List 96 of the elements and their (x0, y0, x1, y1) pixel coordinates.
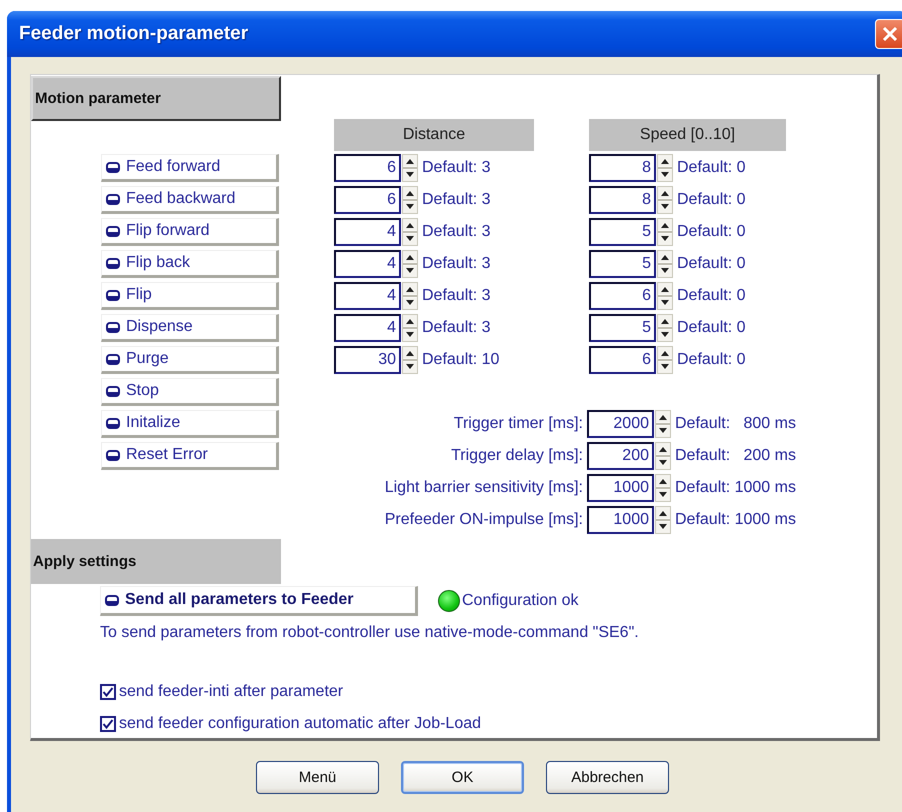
spin-buttons[interactable] (402, 218, 418, 246)
checkbox-label: send feeder configuration automatic after Job-Load (119, 715, 482, 733)
number-field[interactable]: 5 (589, 218, 656, 246)
spin-buttons[interactable] (402, 346, 418, 374)
spin-buttons[interactable] (655, 442, 671, 470)
default-label: Default: 800 ms (675, 415, 796, 433)
spin-buttons[interactable] (402, 186, 418, 214)
default-label: Default: 0 (677, 191, 746, 209)
rectangle-icon (106, 354, 120, 364)
spin-buttons[interactable] (657, 218, 673, 246)
spin-buttons[interactable] (657, 250, 673, 278)
rectangle-icon (105, 594, 119, 606)
checkbox-label: send feeder-inti after parameter (119, 683, 344, 701)
number-field[interactable]: 6 (589, 282, 656, 310)
dialog-button[interactable]: OK (401, 761, 524, 794)
field-label: Trigger delay [ms]: (450, 446, 584, 466)
action-button[interactable]: Flip back (101, 250, 279, 278)
spin-buttons[interactable] (402, 282, 418, 310)
default-label: Default: 3 (422, 319, 490, 337)
default-label: Default: 3 (422, 223, 490, 241)
rectangle-icon (106, 258, 120, 268)
action-button[interactable]: Initalize (101, 410, 279, 438)
default-label: Default: 0 (677, 223, 746, 241)
action-button[interactable]: Flip forward (101, 218, 279, 246)
default-label: Default: 0 (677, 351, 746, 369)
checkbox[interactable] (100, 716, 116, 732)
spin-buttons[interactable] (657, 154, 673, 182)
default-label: Default: 10 (422, 351, 500, 369)
rectangle-icon (106, 194, 120, 204)
action-button[interactable]: Stop (101, 378, 279, 406)
default-label: Default: 3 (422, 287, 490, 305)
action-button[interactable]: Reset Error (101, 442, 279, 470)
default-label: Default: 0 (677, 287, 746, 305)
action-button[interactable]: Feed forward (101, 154, 279, 182)
number-field[interactable]: 8 (589, 186, 656, 214)
field-label: Prefeeder ON-impulse [ms]: (384, 510, 584, 530)
number-field[interactable]: 200 (587, 442, 654, 470)
spin-buttons[interactable] (655, 506, 671, 534)
number-field[interactable]: 4 (334, 218, 401, 246)
column-header: Speed [0..10] (589, 119, 786, 151)
number-field[interactable]: 30 (334, 346, 401, 374)
send-button[interactable]: Send all parameters to Feeder (100, 586, 418, 616)
action-button[interactable]: Feed backward (101, 186, 279, 214)
number-field[interactable]: 4 (334, 282, 401, 310)
default-label: Default: 1000 ms (675, 511, 796, 529)
rectangle-icon (106, 290, 120, 300)
default-label: Default: 0 (677, 159, 746, 177)
window-title: Feeder motion-parameter (19, 23, 248, 45)
number-field[interactable]: 5 (589, 314, 656, 342)
number-field[interactable]: 2000 (587, 410, 654, 438)
dialog-button[interactable]: Abbrechen (546, 761, 669, 794)
default-label: Default: 3 (422, 255, 490, 273)
number-field[interactable]: 4 (334, 250, 401, 278)
action-button[interactable]: Dispense (101, 314, 279, 342)
default-label: Default: 3 (422, 159, 490, 177)
spin-buttons[interactable] (402, 314, 418, 342)
field-label: Trigger timer [ms]: (452, 414, 584, 434)
number-field[interactable]: 6 (334, 154, 401, 182)
column-header: Distance (334, 119, 534, 151)
dialog-button[interactable]: Menü (256, 761, 379, 794)
number-field[interactable]: 6 (589, 346, 656, 374)
default-label: Default: 0 (677, 319, 746, 337)
spin-buttons[interactable] (655, 410, 671, 438)
rectangle-icon (106, 418, 120, 428)
rectangle-icon (106, 322, 120, 332)
number-field[interactable]: 4 (334, 314, 401, 342)
status-text: Configuration ok (462, 592, 579, 610)
number-field[interactable]: 1000 (587, 474, 654, 502)
number-field[interactable]: 1000 (587, 506, 654, 534)
spin-buttons[interactable] (657, 282, 673, 310)
rectangle-icon (106, 450, 120, 460)
rectangle-icon (106, 226, 120, 236)
action-button[interactable]: Purge (101, 346, 279, 374)
number-field[interactable]: 5 (589, 250, 656, 278)
default-label: Default: 0 (677, 255, 746, 273)
spin-buttons[interactable] (402, 250, 418, 278)
rectangle-icon (106, 162, 120, 172)
default-label: Default: 3 (422, 191, 490, 209)
info-text: To send parameters from robot-controller use native-mode-command "SE6". (100, 624, 640, 642)
close-icon (881, 25, 899, 43)
action-button[interactable]: Flip (101, 282, 279, 310)
number-field[interactable]: 6 (334, 186, 401, 214)
checkbox[interactable] (100, 684, 116, 700)
spin-buttons[interactable] (657, 314, 673, 342)
section-heading: Motion parameter (31, 76, 281, 121)
rectangle-icon (106, 386, 120, 396)
number-field[interactable]: 8 (589, 154, 656, 182)
spin-buttons[interactable] (402, 154, 418, 182)
field-label: Light barrier sensitivity [ms]: (384, 478, 584, 498)
default-label: Default: 200 ms (675, 447, 796, 465)
section-heading: Apply settings (31, 539, 281, 584)
close-button[interactable] (875, 19, 902, 49)
spin-buttons[interactable] (655, 474, 671, 502)
spin-buttons[interactable] (657, 186, 673, 214)
default-label: Default: 1000 ms (675, 479, 796, 497)
spin-buttons[interactable] (657, 346, 673, 374)
